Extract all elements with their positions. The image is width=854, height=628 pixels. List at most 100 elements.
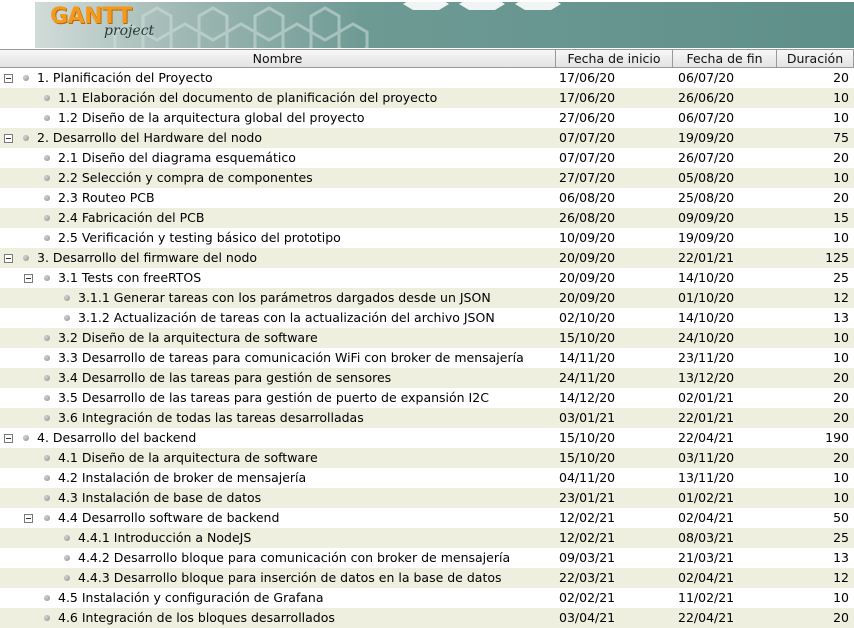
collapse-toggle-icon[interactable]	[4, 433, 13, 443]
task-end-date[interactable]: 08/03/21	[673, 528, 777, 548]
task-start-date[interactable]: 20/09/20	[556, 288, 673, 308]
task-duration[interactable]: 125	[777, 248, 854, 268]
task-end-date[interactable]: 09/09/20	[673, 208, 777, 228]
task-end-date[interactable]: 22/04/21	[673, 428, 777, 448]
table-row[interactable]: 3.1 Tests con freeRTOS 20/09/20 14/10/20 25	[0, 268, 854, 288]
task-start-date[interactable]: 15/10/20	[556, 448, 673, 468]
collapse-toggle-icon[interactable]	[4, 133, 13, 143]
task-start-date[interactable]: 03/04/21	[556, 608, 673, 628]
task-name-cell[interactable]: 3.2 Diseño de la arquitectura de softwar…	[0, 328, 556, 348]
task-end-date[interactable]: 14/10/20	[673, 268, 777, 288]
table-row[interactable]: 4. Desarrollo del backend 15/10/20 22/04/2…	[0, 428, 854, 448]
task-start-date[interactable]: 03/01/21	[556, 408, 673, 428]
task-duration[interactable]: 20	[777, 148, 854, 168]
task-name-cell[interactable]: 4.2 Instalación de broker de mensajería	[0, 468, 556, 488]
task-duration[interactable]: 20	[777, 68, 854, 88]
task-name-cell[interactable]: 2.4 Fabricación del PCB	[0, 208, 556, 228]
task-start-date[interactable]: 24/11/20	[556, 368, 673, 388]
task-name-cell[interactable]: 1. Planificación del Proyecto	[0, 68, 556, 88]
task-duration[interactable]: 75	[777, 128, 854, 148]
task-duration[interactable]: 10	[777, 228, 854, 248]
task-end-date[interactable]: 02/01/21	[673, 388, 777, 408]
task-duration[interactable]: 12	[777, 288, 854, 308]
table-row[interactable]: 3.3 Desarrollo de tareas para comunicaci…	[0, 348, 854, 368]
task-start-date[interactable]: 22/03/21	[556, 568, 673, 588]
task-start-date[interactable]: 27/07/20	[556, 168, 673, 188]
task-duration[interactable]: 25	[777, 528, 854, 548]
task-name-cell[interactable]: 4.4 Desarrollo software de backend	[0, 508, 556, 528]
task-name-cell[interactable]: 4.4.2 Desarrollo bloque para comunicació…	[0, 548, 556, 568]
task-duration[interactable]: 20	[777, 388, 854, 408]
task-start-date[interactable]: 26/08/20	[556, 208, 673, 228]
task-name-cell[interactable]: 2.1 Diseño del diagrama esquemático	[0, 148, 556, 168]
table-row[interactable]: 4.6 Integración de los bloques desarroll…	[0, 608, 854, 628]
table-row[interactable]: 4.1 Diseño de la arquitectura de softwar…	[0, 448, 854, 468]
table-row[interactable]: 2.2 Selección y compra de componentes 27/…	[0, 168, 854, 188]
task-name-cell[interactable]: 2.3 Routeo PCB	[0, 188, 556, 208]
task-duration[interactable]: 10	[777, 588, 854, 608]
task-duration[interactable]: 20	[777, 608, 854, 628]
table-row[interactable]: 4.4.3 Desarrollo bloque para inserción d…	[0, 568, 854, 588]
task-name-cell[interactable]: 3.4 Desarrollo de las tareas para gestió…	[0, 368, 556, 388]
task-duration[interactable]: 10	[777, 88, 854, 108]
task-end-date[interactable]: 11/02/21	[673, 588, 777, 608]
task-end-date[interactable]: 02/04/21	[673, 568, 777, 588]
table-row[interactable]: 4.4.2 Desarrollo bloque para comunicació…	[0, 548, 854, 568]
task-start-date[interactable]: 06/08/20	[556, 188, 673, 208]
task-duration[interactable]: 20	[777, 368, 854, 388]
table-row[interactable]: 1. Planificación del Proyecto 17/06/20 06/…	[0, 68, 854, 88]
task-name-cell[interactable]: 2. Desarrollo del Hardware del nodo	[0, 128, 556, 148]
task-name-cell[interactable]: 3.5 Desarrollo de las tareas para gestió…	[0, 388, 556, 408]
task-name-cell[interactable]: 4.4.1 Introducción a NodeJS	[0, 528, 556, 548]
task-duration[interactable]: 10	[777, 108, 854, 128]
task-start-date[interactable]: 20/09/20	[556, 248, 673, 268]
task-start-date[interactable]: 15/10/20	[556, 328, 673, 348]
task-end-date[interactable]: 06/07/20	[673, 108, 777, 128]
table-row[interactable]: 1.1 Elaboración del documento de planifi…	[0, 88, 854, 108]
task-end-date[interactable]: 05/08/20	[673, 168, 777, 188]
task-name-cell[interactable]: 2.2 Selección y compra de componentes	[0, 168, 556, 188]
column-header-duration[interactable]: Duración	[777, 50, 854, 67]
task-name-cell[interactable]: 3.6 Integración de todas las tareas desa…	[0, 408, 556, 428]
table-row[interactable]: 2.1 Diseño del diagrama esquemático 07/07…	[0, 148, 854, 168]
task-name-cell[interactable]: 4. Desarrollo del backend	[0, 428, 556, 448]
table-row[interactable]: 4.4 Desarrollo software de backend 12/02/…	[0, 508, 854, 528]
table-row[interactable]: 2.5 Verificación y testing básico del pr…	[0, 228, 854, 248]
table-row[interactable]: 3.6 Integración de todas las tareas desa…	[0, 408, 854, 428]
task-name-cell[interactable]: 3.1.2 Actualización de tareas con la act…	[0, 308, 556, 328]
table-row[interactable]: 3.5 Desarrollo de las tareas para gestió…	[0, 388, 854, 408]
task-duration[interactable]: 190	[777, 428, 854, 448]
task-end-date[interactable]: 23/11/20	[673, 348, 777, 368]
collapse-toggle-icon[interactable]	[4, 73, 13, 83]
task-duration[interactable]: 25	[777, 268, 854, 288]
collapse-toggle-icon[interactable]	[24, 513, 33, 523]
task-end-date[interactable]: 25/08/20	[673, 188, 777, 208]
task-start-date[interactable]: 20/09/20	[556, 268, 673, 288]
task-start-date[interactable]: 14/12/20	[556, 388, 673, 408]
table-row[interactable]: 2.3 Routeo PCB 06/08/20 25/08/20 20	[0, 188, 854, 208]
task-start-date[interactable]: 07/07/20	[556, 128, 673, 148]
table-row[interactable]: 4.2 Instalación de broker de mensajería 0…	[0, 468, 854, 488]
task-name-cell[interactable]: 4.5 Instalación y configuración de Grafa…	[0, 588, 556, 608]
task-duration[interactable]: 20	[777, 448, 854, 468]
task-start-date[interactable]: 14/11/20	[556, 348, 673, 368]
table-row[interactable]: 3. Desarrollo del firmware del nodo 20/09…	[0, 248, 854, 268]
task-end-date[interactable]: 24/10/20	[673, 328, 777, 348]
task-duration[interactable]: 13	[777, 548, 854, 568]
task-start-date[interactable]: 23/01/21	[556, 488, 673, 508]
task-name-cell[interactable]: 3.1.1 Generar tareas con los parámetros …	[0, 288, 556, 308]
task-end-date[interactable]: 01/02/21	[673, 488, 777, 508]
task-duration[interactable]: 10	[777, 328, 854, 348]
task-duration[interactable]: 20	[777, 408, 854, 428]
task-name-cell[interactable]: 4.1 Diseño de la arquitectura de softwar…	[0, 448, 556, 468]
task-name-cell[interactable]: 3. Desarrollo del firmware del nodo	[0, 248, 556, 268]
table-row[interactable]: 3.4 Desarrollo de las tareas para gestió…	[0, 368, 854, 388]
task-name-cell[interactable]: 2.5 Verificación y testing básico del pr…	[0, 228, 556, 248]
task-end-date[interactable]: 22/01/21	[673, 248, 777, 268]
task-start-date[interactable]: 02/10/20	[556, 308, 673, 328]
column-header-name[interactable]: Nombre	[0, 50, 556, 67]
task-start-date[interactable]: 12/02/21	[556, 508, 673, 528]
task-end-date[interactable]: 03/11/20	[673, 448, 777, 468]
task-start-date[interactable]: 17/06/20	[556, 68, 673, 88]
table-row[interactable]: 3.1.2 Actualización de tareas con la act…	[0, 308, 854, 328]
